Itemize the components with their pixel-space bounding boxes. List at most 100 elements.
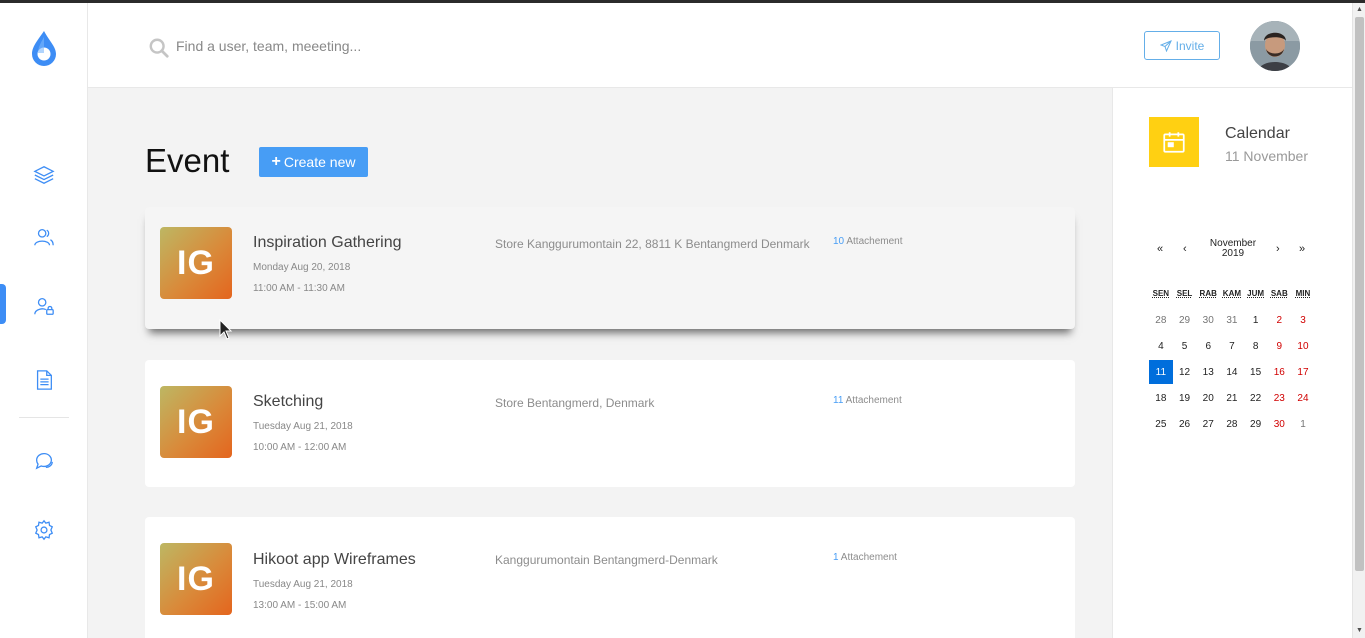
calendar-week: 28 29 30 31 1 2 3 (1149, 308, 1315, 334)
calendar-day[interactable]: 13 (1196, 360, 1220, 384)
calendar-day[interactable]: 8 (1244, 334, 1268, 358)
calendar-day[interactable]: 6 (1196, 334, 1220, 358)
scrollbar-thumb[interactable] (1355, 17, 1364, 571)
calendar-week: 18 19 20 21 22 23 24 (1149, 386, 1315, 412)
calendar-day[interactable]: 19 (1173, 386, 1197, 410)
next-month-button[interactable]: › (1276, 243, 1280, 255)
attachment-count: 11 (833, 395, 844, 406)
sidebar-item-users[interactable] (0, 217, 88, 257)
calendar-panel: Calendar 11 November « ‹ November 2019 ›… (1112, 88, 1352, 638)
event-title: Inspiration Gathering (253, 234, 402, 251)
calendar-day[interactable]: 21 (1220, 386, 1244, 410)
calendar-day[interactable]: 9 (1267, 334, 1291, 358)
top-header: Invite (88, 3, 1352, 88)
calendar-day[interactable]: 22 (1244, 386, 1268, 410)
sidebar-divider (19, 417, 69, 418)
calendar-day[interactable]: 12 (1173, 360, 1197, 384)
calendar-day[interactable]: 14 (1220, 360, 1244, 384)
event-time: 11:00 AM - 11:30 AM (253, 283, 345, 294)
calendar-day[interactable]: 1 (1244, 308, 1268, 332)
event-location: Store Kanggurumontain 22, 8811 K Bentang… (495, 237, 810, 251)
calendar-month-label[interactable]: November 2019 (1203, 239, 1263, 259)
attachment-label: Attachement (845, 395, 902, 406)
invite-button[interactable]: Invite (1144, 31, 1220, 60)
weekday-label: SEN (1152, 288, 1170, 298)
calendar-title: Calendar (1225, 125, 1290, 142)
weekday-label: RAB (1199, 288, 1217, 298)
calendar-day[interactable]: 30 (1196, 308, 1220, 332)
sidebar-item-documents[interactable] (0, 360, 88, 400)
page-scrollbar[interactable]: ▲ ▼ (1352, 3, 1365, 638)
sidebar-item-messages[interactable] (0, 440, 88, 480)
create-new-label: Create new (283, 154, 356, 170)
calendar-day[interactable]: 31 (1220, 308, 1244, 332)
calendar-day[interactable]: 23 (1267, 386, 1291, 410)
event-attachments[interactable]: 11 Attachement (833, 395, 902, 406)
calendar-day[interactable]: 30 (1267, 412, 1291, 436)
next-year-button[interactable]: » (1299, 243, 1305, 255)
calendar-day[interactable]: 2 (1267, 308, 1291, 332)
calendar-day[interactable]: 20 (1196, 386, 1220, 410)
calendar-day[interactable]: 24 (1291, 386, 1315, 410)
event-thumbnail: IG (160, 386, 232, 458)
calendar-grid: SEN SEL RAB KAM JUM SAB MIN 28 29 30 31 … (1149, 286, 1315, 438)
weekday-label: JUM (1247, 288, 1265, 298)
calendar-day[interactable]: 16 (1267, 360, 1291, 384)
users-icon (34, 229, 54, 246)
calendar-day[interactable]: 15 (1244, 360, 1268, 384)
calendar-day[interactable]: 29 (1244, 412, 1268, 436)
event-attachments[interactable]: 10 Attachement (833, 236, 903, 247)
calendar-day[interactable]: 29 (1173, 308, 1197, 332)
sidebar-item-settings[interactable] (0, 510, 88, 550)
calendar-day[interactable]: 1 (1291, 412, 1315, 436)
calendar-day[interactable]: 28 (1220, 412, 1244, 436)
event-location: Kanggurumontain Bentangmerd-Denmark (495, 553, 718, 567)
search-input[interactable] (176, 33, 576, 59)
search-icon[interactable] (148, 37, 170, 59)
event-card[interactable]: IG Hikoot app Wireframes Tuesday Aug 21,… (145, 517, 1075, 638)
calendar-icon (1163, 132, 1185, 153)
sidebar-item-profile[interactable] (0, 286, 88, 326)
calendar-day[interactable]: 26 (1173, 412, 1197, 436)
calendar-day[interactable]: 7 (1220, 334, 1244, 358)
prev-year-button[interactable]: « (1157, 243, 1163, 255)
event-attachments[interactable]: 1 Attachement (833, 552, 897, 563)
invite-label: Invite (1175, 38, 1205, 53)
event-thumbnail: IG (160, 227, 232, 299)
page-title: Event (145, 142, 230, 179)
gear-icon (34, 519, 54, 541)
weekday-label: SAB (1270, 288, 1288, 298)
calendar-day-selected[interactable]: 11 (1149, 360, 1173, 384)
calendar-day[interactable]: 4 (1149, 334, 1173, 358)
calendar-year: 2019 (1221, 248, 1245, 259)
weekday-label: KAM (1222, 288, 1242, 298)
calendar-week: 11 12 13 14 15 16 17 (1149, 360, 1315, 386)
send-icon (1159, 39, 1172, 52)
scroll-down-arrow-icon[interactable]: ▼ (1355, 626, 1364, 636)
app-logo[interactable] (28, 29, 60, 67)
create-new-button[interactable]: + Create new (259, 147, 368, 177)
attachment-label: Attachement (840, 552, 897, 563)
document-icon (36, 370, 52, 390)
weekday-label: MIN (1295, 288, 1311, 298)
calendar-day[interactable]: 17 (1291, 360, 1315, 384)
event-date: Monday Aug 20, 2018 (253, 262, 351, 273)
calendar-day[interactable]: 18 (1149, 386, 1173, 410)
event-card[interactable]: IG Inspiration Gathering Monday Aug 20, … (145, 207, 1075, 329)
calendar-badge (1149, 117, 1199, 167)
prev-month-button[interactable]: ‹ (1183, 243, 1187, 255)
layers-icon (33, 166, 55, 184)
calendar-day[interactable]: 10 (1291, 334, 1315, 358)
calendar-day[interactable]: 3 (1291, 308, 1315, 332)
calendar-day[interactable]: 25 (1149, 412, 1173, 436)
scroll-up-arrow-icon[interactable]: ▲ (1355, 5, 1364, 15)
weekday-label: SEL (1176, 288, 1193, 298)
calendar-subtitle: 11 November (1225, 148, 1309, 164)
calendar-day[interactable]: 28 (1149, 308, 1173, 332)
sidebar-item-layers[interactable] (0, 155, 88, 195)
calendar-day[interactable]: 5 (1173, 334, 1197, 358)
user-avatar[interactable] (1250, 21, 1300, 71)
sidebar (0, 3, 88, 638)
calendar-day[interactable]: 27 (1196, 412, 1220, 436)
event-card[interactable]: IG Sketching Tuesday Aug 21, 2018 10:00 … (145, 360, 1075, 487)
